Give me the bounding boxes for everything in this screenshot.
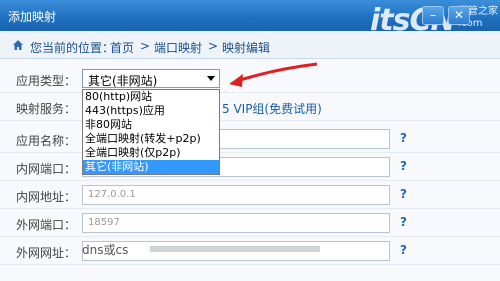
lan-address-label: 内网地址： — [16, 190, 77, 204]
home-icon — [13, 40, 23, 50]
blurred-text — [150, 246, 320, 252]
help-icon[interactable]: ? — [400, 131, 407, 145]
minimize-button[interactable]: – — [422, 6, 444, 25]
breadcrumb-separator: > — [140, 39, 151, 53]
wan-port-row: 外网端口： 18597 ? — [0, 209, 500, 237]
dropdown-option-selected[interactable]: 其它(非网站) — [83, 160, 219, 174]
help-icon[interactable]: ? — [400, 187, 407, 201]
lan-address-row: 内网地址： 127.0.0.1 ? — [0, 181, 500, 209]
dropdown-option[interactable]: 全端口映射(仅p2p) — [83, 146, 219, 160]
chevron-down-icon — [207, 76, 215, 81]
dropdown-option[interactable]: 全端口映射(转发+p2p) — [83, 132, 219, 146]
app-type-select[interactable]: 其它(非网站) — [82, 69, 220, 88]
mapping-service-row: 映射服务： 5 VIP组(免费试用) — [0, 93, 500, 121]
breadcrumb-mapping-edit: 映射编辑 — [222, 41, 271, 55]
dropdown-option[interactable]: 非80网站 — [83, 118, 219, 132]
help-icon[interactable]: ? — [400, 215, 407, 229]
breadcrumb-prefix: 您当前的位置： — [30, 41, 115, 55]
title-bar: 添加映射 itsCN 网管之家 .com – ✕ — [0, 0, 500, 38]
lan-port-row: 内网端口： ? — [0, 153, 500, 181]
breadcrumb-separator: > — [208, 39, 219, 53]
help-icon[interactable]: ? — [400, 159, 407, 173]
window-title: 添加映射 — [8, 10, 57, 24]
dropdown-option[interactable]: 80(http)网站 — [83, 90, 219, 104]
app-type-dropdown-list[interactable]: 80(http)网站 443(https)应用 非80网站 全端口映射(转发+p… — [82, 89, 220, 175]
wan-port-input[interactable]: 18597 — [82, 213, 390, 233]
app-name-row: 应用名称： ? — [0, 125, 500, 153]
breadcrumb-home[interactable]: 首页 — [110, 39, 134, 56]
lan-port-label: 内网端口： — [16, 162, 77, 176]
mapping-service-label: 映射服务： — [16, 102, 77, 116]
app-name-label: 应用名称： — [16, 134, 77, 148]
annotation-arrow-icon — [229, 62, 318, 87]
breadcrumb: 您当前的位置： 首页 > 端口映射 > 映射编辑 — [0, 31, 500, 59]
wan-url-label: 外网网址： — [16, 246, 77, 260]
vip-group-link[interactable]: 5 VIP组(免费试用) — [222, 100, 322, 117]
dns-note-text: dns或cs — [82, 243, 129, 257]
wan-port-label: 外网端口： — [16, 218, 77, 232]
breadcrumb-port-mapping[interactable]: 端口映射 — [154, 39, 202, 56]
close-button[interactable]: ✕ — [448, 6, 470, 25]
app-type-selected-value: 其它(非网站) — [88, 74, 158, 88]
app-type-label: 应用类型： — [16, 74, 77, 88]
lan-address-input[interactable]: 127.0.0.1 — [82, 185, 390, 205]
help-icon[interactable]: ? — [400, 243, 407, 257]
dropdown-option[interactable]: 443(https)应用 — [83, 104, 219, 118]
